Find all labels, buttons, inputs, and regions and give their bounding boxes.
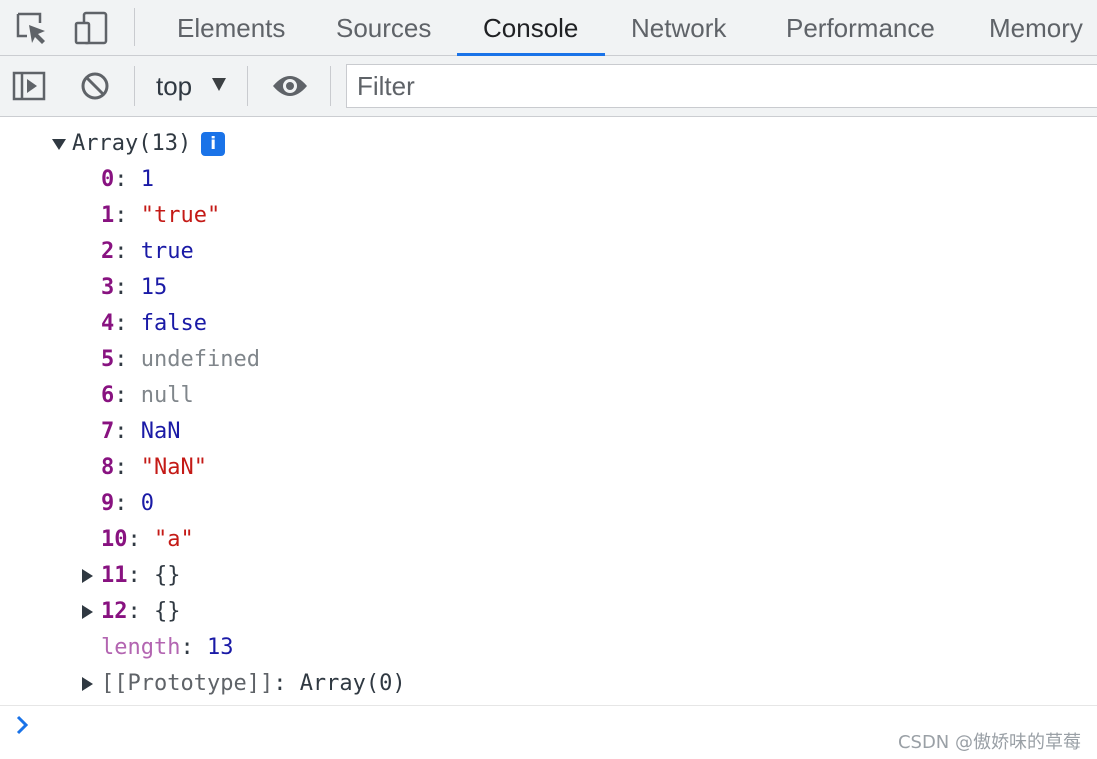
array-entry: 5: undefined [101,347,260,372]
prompt-divider [0,705,1097,706]
device-toggle-icon[interactable] [73,10,109,46]
entry-value: 13 [206,635,234,660]
info-icon[interactable]: i [201,132,226,156]
expand-triangle-icon[interactable] [82,569,93,583]
entry-value: Array(0) [299,671,406,696]
array-entry: 7: NaN [101,419,181,444]
array-entry: 0: 1 [101,167,154,192]
entry-value: 1 [140,167,154,192]
array-header[interactable]: Array(13) i [52,126,226,162]
prototype-entry[interactable]: [[Prototype]]: Array(0) [101,666,406,702]
array-entry: 9: 0 [101,491,154,516]
entry-value: {} [154,599,181,624]
tab-sources[interactable]: Sources [336,0,431,56]
entry-value: 0 [140,491,154,516]
entry-value: {} [154,563,181,588]
entry-value: undefined [140,347,260,372]
toolbar-divider [134,8,135,46]
toolbar-divider [134,66,135,106]
array-entry: 2: true [101,239,194,264]
inspect-element-icon[interactable] [14,10,50,46]
expand-triangle-icon[interactable] [82,677,93,691]
devtools-tab-bar: Elements Sources Console Network Perform… [0,0,1097,56]
tab-elements[interactable]: Elements [177,0,285,56]
array-entry: 8: "NaN" [101,455,207,480]
array-entry: 4: false [101,311,207,336]
entry-value: 15 [140,275,168,300]
tab-network[interactable]: Network [631,0,726,56]
array-entry: 10: "a" [101,527,194,552]
clear-console-icon[interactable] [80,71,110,101]
chevron-right-icon[interactable] [12,713,36,737]
entry-value: "NaN" [140,455,207,480]
context-selector[interactable]: top [156,56,192,117]
live-expression-icon[interactable] [271,73,309,99]
toolbar-divider [330,66,331,106]
entry-value: true [140,239,194,264]
entry-value: NaN [140,419,181,444]
show-sidebar-icon[interactable] [12,71,46,101]
expand-triangle-icon[interactable] [82,605,93,619]
array-label: Array(13) [72,131,192,156]
console-output: Array(13) i 0: 1 1: "true" 2: true 3: 15 … [0,117,1097,705]
array-entry-expandable[interactable]: 12: {} [101,594,181,630]
console-toolbar: top [0,56,1097,117]
entry-value: "a" [154,527,194,552]
filter-input[interactable] [346,64,1097,108]
array-entry-expandable[interactable]: 11: {} [101,558,181,594]
expand-triangle-icon[interactable] [52,138,66,150]
toolbar-divider [247,66,248,106]
array-length-entry: length: 13 [101,635,234,660]
tab-memory[interactable]: Memory [989,0,1083,56]
array-entry: 1: "true" [101,203,221,228]
entry-value: null [140,383,194,408]
array-entry: 6: null [101,383,194,408]
array-entry: 3: 15 [101,275,168,300]
entry-value: "true" [140,203,221,228]
watermark: CSDN @傲娇味的草莓 [897,732,1081,753]
tab-console[interactable]: Console [483,0,578,56]
chevron-down-icon[interactable] [212,78,226,91]
tab-performance[interactable]: Performance [786,0,935,56]
entry-value: false [140,311,207,336]
